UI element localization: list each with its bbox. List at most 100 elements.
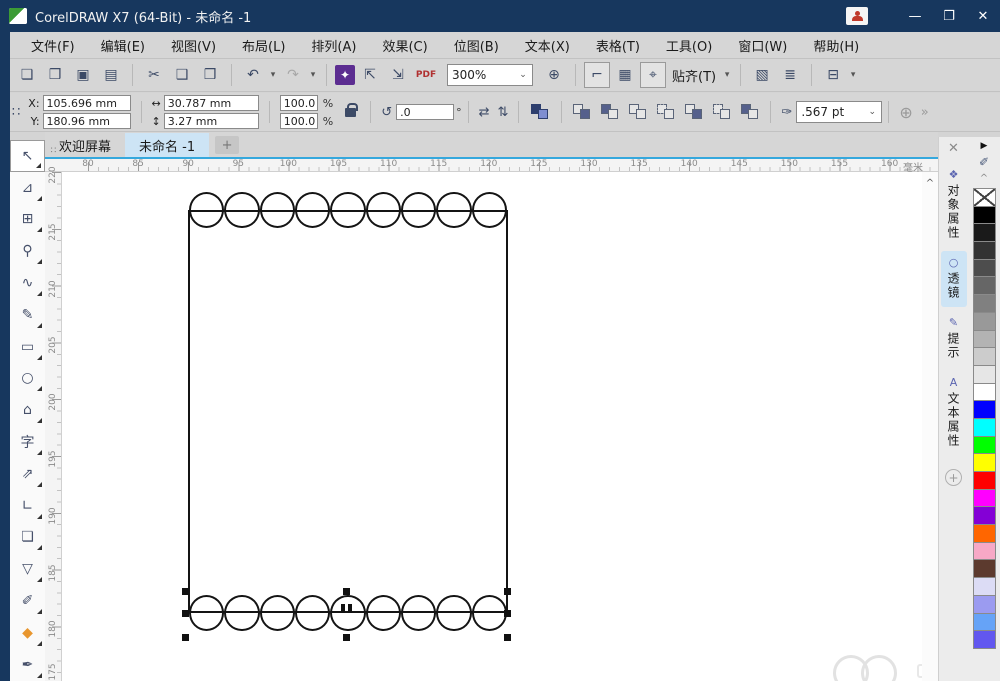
crop-tool[interactable]: ⊞	[10, 204, 45, 236]
scallop-circle[interactable]	[401, 192, 436, 228]
palette-eyedropper-icon[interactable]: ✐	[979, 155, 989, 173]
cut-button[interactable]: ✂	[141, 62, 167, 88]
scallop-circle[interactable]	[472, 595, 507, 631]
menu-item-1[interactable]: 编辑(E)	[88, 32, 158, 58]
color-swatch-30-black[interactable]	[973, 330, 996, 349]
vertical-ruler[interactable]: 220215210205200195190185180175	[45, 172, 62, 681]
simplify-button[interactable]	[657, 104, 675, 120]
zoom-combo-caret[interactable]: ⌄	[518, 70, 528, 80]
scallop-circle[interactable]	[189, 192, 224, 228]
scale-h-field[interactable]: 100.0	[280, 95, 318, 111]
lock-ratio-icon[interactable]	[345, 108, 356, 117]
options-button[interactable]: ≣	[777, 62, 803, 88]
color-swatch-light-blue[interactable]	[973, 613, 996, 632]
menu-item-2[interactable]: 视图(V)	[158, 32, 229, 58]
canvas-vertical-scrollbar[interactable]: ^	[922, 172, 938, 681]
interactive-fill-tool[interactable]: ◆	[10, 617, 45, 649]
scale-v-field[interactable]: 100.0	[280, 113, 318, 129]
snap-to-button[interactable]: 贴齐(T)	[668, 66, 720, 85]
color-swatch-20-black[interactable]	[973, 347, 996, 366]
show-rulers-button[interactable]: ⌐	[584, 62, 610, 88]
import-button[interactable]: ⇱	[357, 62, 383, 88]
color-swatch-40-black[interactable]	[973, 312, 996, 331]
color-eyedropper-tool[interactable]: ✐	[10, 585, 45, 617]
connector-tool[interactable]: ∟	[10, 490, 45, 522]
object-height-field[interactable]: 3.27 mm	[164, 113, 259, 129]
y-position-field[interactable]: 180.96 mm	[43, 113, 131, 129]
ellipse-tool[interactable]: ○	[10, 363, 45, 395]
menu-item-11[interactable]: 帮助(H)	[800, 32, 872, 58]
document-tab[interactable]: 未命名 -1	[125, 133, 209, 157]
color-swatch-lavender[interactable]	[973, 577, 996, 596]
scroll-up-arrow[interactable]: ^	[922, 178, 938, 189]
color-swatch-red[interactable]	[973, 471, 996, 490]
to-front-button[interactable]	[531, 104, 549, 120]
menu-item-7[interactable]: 文本(X)	[512, 32, 583, 58]
selection-center-marker[interactable]	[341, 604, 352, 613]
scallop-circles-top[interactable]	[189, 192, 507, 228]
scallop-circle[interactable]	[436, 595, 471, 631]
rectangle-tool[interactable]: ▭	[10, 331, 45, 363]
color-swatch-10-black[interactable]	[973, 365, 996, 384]
docker-tab-lens[interactable]: ○透镜	[941, 251, 967, 307]
more-options-chevron[interactable]: »	[921, 105, 929, 120]
close-button[interactable]: ✕	[966, 0, 1000, 32]
menu-item-5[interactable]: 效果(C)	[369, 32, 440, 58]
zoom-tool[interactable]: ⚲	[10, 235, 45, 267]
docker-tab-text-properties[interactable]: A文本属性	[941, 371, 967, 455]
color-swatch-orange[interactable]	[973, 524, 996, 543]
color-swatch-cyan[interactable]	[973, 418, 996, 437]
fullscreen-preview-button[interactable]: ⊕	[541, 62, 567, 88]
back-minus-front-button[interactable]	[713, 104, 731, 120]
paste-button[interactable]: ❒	[197, 62, 223, 88]
color-swatch-yellow[interactable]	[973, 453, 996, 472]
scallop-circle[interactable]	[401, 595, 436, 631]
new-document-button[interactable]: ❏	[14, 62, 40, 88]
snap-to-caret[interactable]: ▾	[722, 70, 732, 80]
transparency-tool[interactable]: ▽	[10, 553, 45, 585]
mirror-horizontal-button[interactable]: ⇄	[479, 105, 490, 120]
color-swatch-70-black[interactable]	[973, 259, 996, 278]
undo-dropdown-caret[interactable]: ▾	[268, 70, 278, 80]
polygon-tool[interactable]: ⌂	[10, 394, 45, 426]
scallop-circle[interactable]	[224, 192, 259, 228]
zoom-level-combo[interactable]: 300% ⌄	[447, 64, 533, 86]
mirror-vertical-button[interactable]: ⇅	[498, 105, 509, 120]
color-swatch-60-black[interactable]	[973, 276, 996, 295]
front-minus-back-button[interactable]	[685, 104, 703, 120]
intersect-button[interactable]	[629, 104, 647, 120]
scallop-circle[interactable]	[366, 595, 401, 631]
palette-scroll-up-icon[interactable]: ^	[980, 173, 988, 189]
color-swatch-90-black[interactable]	[973, 223, 996, 242]
docker-close-icon[interactable]: ✕	[948, 137, 959, 159]
scallop-circle[interactable]	[260, 192, 295, 228]
selection-handle[interactable]	[182, 610, 189, 617]
redo-dropdown-caret[interactable]: ▾	[308, 70, 318, 80]
scallop-circle[interactable]	[295, 192, 330, 228]
color-swatch-pink[interactable]	[973, 542, 996, 561]
scallop-circle[interactable]	[366, 192, 401, 228]
welcome-screen-button[interactable]: ▧	[749, 62, 775, 88]
export-button[interactable]: ⇲	[385, 62, 411, 88]
show-grid-button[interactable]: ▦	[612, 62, 638, 88]
color-swatch-white[interactable]	[973, 383, 996, 402]
drop-shadow-tool[interactable]: ❏	[10, 522, 45, 554]
scallop-circle[interactable]	[189, 595, 224, 631]
application-launcher-caret[interactable]: ▾	[848, 70, 858, 80]
scallop-circle[interactable]	[224, 595, 259, 631]
menu-item-8[interactable]: 表格(T)	[583, 32, 653, 58]
selection-handle[interactable]	[343, 588, 350, 595]
selection-handle[interactable]	[504, 588, 511, 595]
menu-item-6[interactable]: 位图(B)	[441, 32, 512, 58]
publish-pdf-button[interactable]: PDF	[413, 62, 439, 88]
scallop-circles-bottom-selected[interactable]	[189, 595, 507, 631]
search-content-button[interactable]: ✦	[335, 65, 355, 85]
dimension-tool[interactable]: ⇗	[10, 458, 45, 490]
color-swatch-green[interactable]	[973, 436, 996, 455]
color-swatch-periwinkle[interactable]	[973, 595, 996, 614]
minimize-button[interactable]: —	[898, 0, 932, 32]
color-swatch-brown[interactable]	[973, 559, 996, 578]
scallop-circle[interactable]	[330, 192, 365, 228]
drawn-rectangle[interactable]	[188, 210, 508, 613]
trim-button[interactable]	[601, 104, 619, 120]
